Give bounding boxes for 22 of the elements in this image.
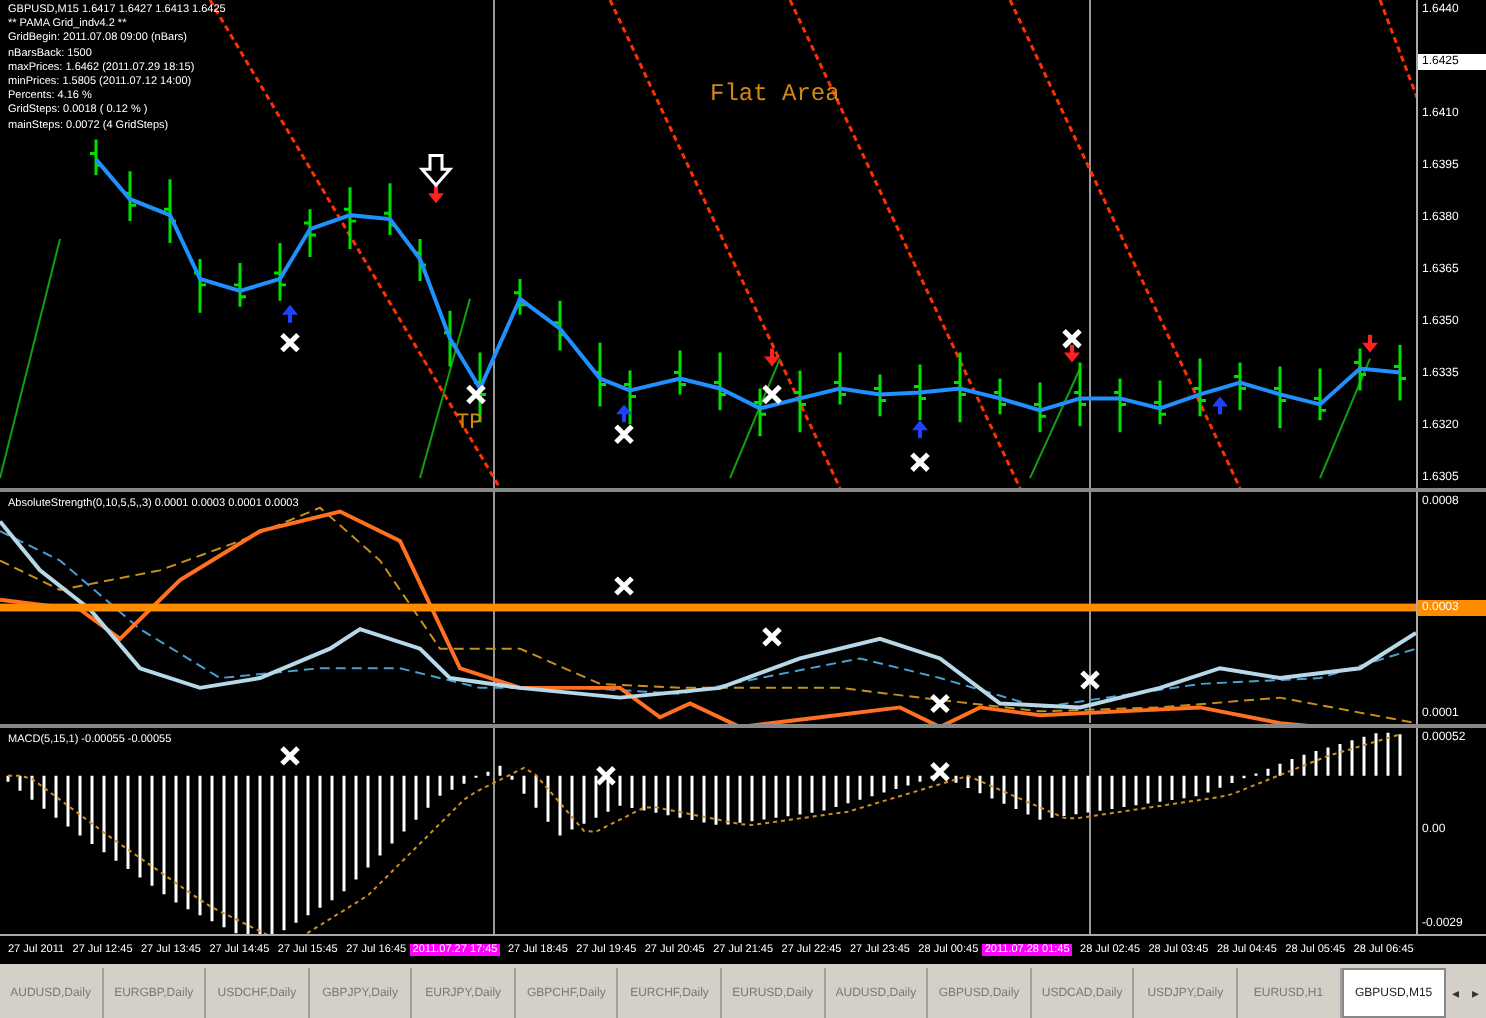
cross-icon: [613, 575, 635, 597]
cross-icon: [595, 764, 617, 786]
cross-icon: [465, 383, 487, 405]
cross-icon: [761, 383, 783, 405]
cross-icon: [279, 744, 301, 766]
cross-icon: [279, 332, 301, 354]
down-arrow-icon: [1064, 344, 1080, 363]
up-arrow-icon: [912, 420, 928, 439]
cross-icon: [1079, 669, 1101, 691]
up-arrow-icon: [616, 404, 632, 423]
up-arrow-icon: [282, 304, 298, 323]
up-arrow-icon: [1212, 396, 1228, 415]
down-arrow-icon: [1362, 334, 1378, 353]
cross-icon: [909, 451, 931, 473]
down-arrow-icon: [764, 348, 780, 367]
cross-icon: [1061, 328, 1083, 350]
cross-icon: [929, 760, 951, 782]
cross-icon: [761, 626, 783, 648]
chart-annotation: TP: [456, 412, 483, 436]
cross-icon: [929, 693, 951, 714]
chart-annotation: Flat Area: [710, 80, 840, 108]
cross-icon: [613, 423, 635, 445]
